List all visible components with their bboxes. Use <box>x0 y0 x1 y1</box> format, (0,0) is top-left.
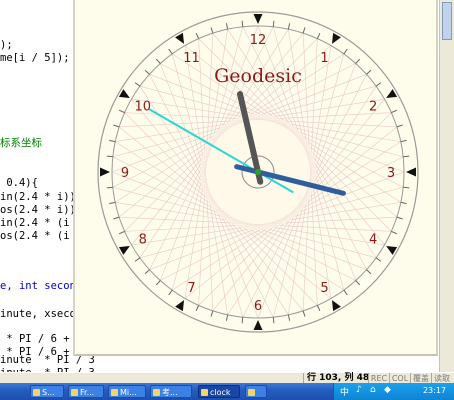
taskbar-button-6[interactable] <box>245 385 267 398</box>
hour-numeral: 1 <box>320 51 328 66</box>
hour-marker <box>253 320 263 330</box>
taskbar-button-2[interactable]: Fr... <box>68 385 104 398</box>
minute-tick <box>343 48 348 55</box>
app-icon <box>33 389 40 396</box>
minute-tick <box>302 27 306 34</box>
minute-tick <box>118 230 125 235</box>
minute-tick <box>316 32 321 39</box>
input-method-indicator[interactable]: 中 <box>340 385 349 398</box>
minute-tick <box>241 317 244 324</box>
code-line: me[i / 5]); <box>0 52 70 64</box>
volume-icon[interactable]: ♪ <box>356 385 362 395</box>
hour-numeral: 2 <box>369 100 377 115</box>
hour-numeral: 5 <box>320 281 328 296</box>
hour-marker <box>406 167 416 177</box>
taskbar: S... Fr... Mi... 考... clock 中 ♪ ⌂ ◆ 23:1… <box>0 383 454 400</box>
app-icon <box>153 389 160 396</box>
minute-tick <box>225 23 229 30</box>
minute-tick <box>375 257 382 262</box>
minute-tick <box>113 124 120 128</box>
app-icon <box>71 389 78 396</box>
minute-tick <box>355 280 361 286</box>
taskbar-button-clock[interactable]: clock <box>198 385 240 398</box>
code-line: in(2.4 * (i + <box>0 217 83 229</box>
minute-tick <box>155 280 161 286</box>
minute-tick <box>396 216 403 220</box>
minute-tick <box>109 201 116 205</box>
hour-marker <box>100 167 110 177</box>
minute-tick <box>144 269 150 275</box>
hour-numeral: 11 <box>183 51 200 66</box>
minute-tick <box>366 69 372 75</box>
minute-tick <box>195 32 200 39</box>
app-icon <box>111 389 118 396</box>
minute-tick <box>168 48 173 55</box>
system-tray: 中 ♪ ⌂ ◆ 23:17 <box>333 383 454 400</box>
minute-tick <box>391 109 398 114</box>
minute-tick <box>272 20 275 27</box>
center-pin <box>255 169 261 175</box>
minute-tick <box>287 314 291 321</box>
minute-tick <box>134 257 141 262</box>
minute-tick <box>106 186 113 189</box>
taskbar-button-4[interactable]: 考... <box>150 385 192 398</box>
code-line: 标系坐标 <box>0 137 42 149</box>
minute-tick <box>403 155 410 158</box>
hour-marker <box>253 14 263 24</box>
hour-numeral: 12 <box>250 33 267 48</box>
minute-tick <box>355 58 361 64</box>
code-line: os(2.4 * i)); <box>0 204 83 216</box>
code-line: ); <box>0 39 13 51</box>
minute-tick <box>210 310 214 317</box>
code-line: os(2.4 * (i + <box>0 230 83 242</box>
network-icon[interactable]: ⌂ <box>370 385 376 395</box>
taskbar-button-1[interactable]: S... <box>30 385 64 398</box>
scrollbar-thumb[interactable] <box>442 2 452 40</box>
minute-tick <box>109 139 116 143</box>
shield-icon[interactable]: ◆ <box>384 385 391 395</box>
editor-vertical-scrollbar[interactable] <box>439 0 454 372</box>
minute-tick <box>134 82 141 87</box>
minute-tick <box>144 69 150 75</box>
minute-tick <box>225 314 229 321</box>
minute-tick <box>403 186 410 189</box>
minute-tick <box>287 23 291 30</box>
code-line: 0.4){ <box>0 177 38 189</box>
minute-tick <box>106 155 113 158</box>
hour-numeral: 4 <box>369 233 377 248</box>
minute-tick <box>195 305 200 312</box>
minute-tick <box>241 20 244 27</box>
minute-tick <box>343 289 348 296</box>
minute-tick <box>272 317 275 324</box>
app-icon <box>248 389 255 396</box>
minute-tick <box>155 58 161 64</box>
app-icon <box>201 389 208 396</box>
minute-tick <box>168 289 173 296</box>
minute-tick <box>210 27 214 34</box>
minute-tick <box>113 216 120 220</box>
minute-tick <box>302 310 306 317</box>
minute-tick <box>391 230 398 235</box>
minute-tick <box>396 124 403 128</box>
hour-numeral: 3 <box>387 166 395 181</box>
minute-tick <box>316 305 321 312</box>
hour-numeral: 7 <box>187 281 195 296</box>
minute-tick <box>375 82 382 87</box>
minute-tick <box>400 139 407 143</box>
clock-face: 121234567891011 Geodesic <box>97 11 419 333</box>
minute-tick <box>400 201 407 205</box>
hour-numeral: 10 <box>135 100 152 115</box>
code-line: in(2.4 * i)); <box>0 191 83 203</box>
clock-window[interactable]: 12 1 2 3 4 5 6 7 8 9 10 11 Geodesic <box>73 0 438 356</box>
hour-numeral: 9 <box>121 166 129 181</box>
taskbar-button-3[interactable]: Mi... <box>108 385 146 398</box>
minute-tick <box>118 109 125 114</box>
hour-numeral: 6 <box>254 299 262 314</box>
hour-numeral: 8 <box>139 233 147 248</box>
minute-tick <box>366 269 372 275</box>
clock-title: Geodesic <box>214 65 302 87</box>
tray-clock[interactable]: 23:17 <box>423 386 446 395</box>
